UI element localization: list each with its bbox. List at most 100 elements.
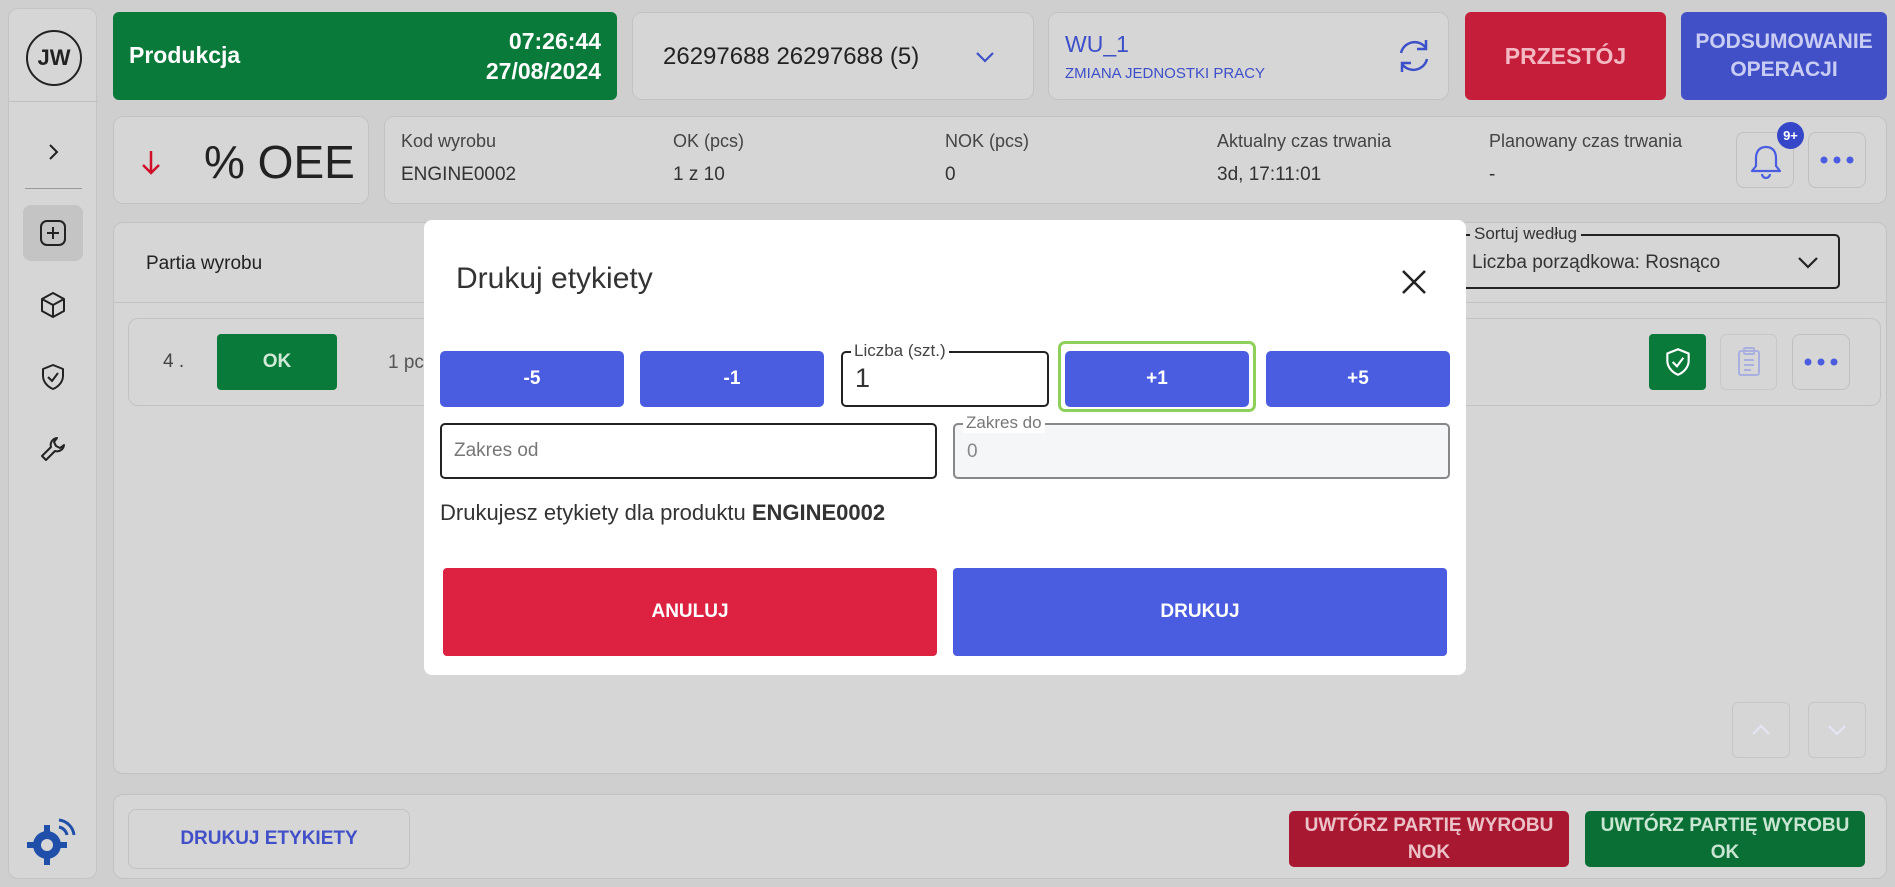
add-box-icon: [40, 220, 66, 246]
chevron-right-icon: [49, 144, 59, 160]
sidebar-item-products[interactable]: [23, 277, 83, 333]
clipboard-button[interactable]: [1720, 334, 1777, 390]
shield-check-icon: [42, 364, 64, 390]
print-message: Drukujesz etykiety dla produktu ENGINE00…: [440, 500, 885, 526]
chevron-down-icon: [976, 52, 994, 63]
quantity-legend: Liczba (szt.): [851, 341, 949, 361]
scroll-down-button[interactable]: [1808, 702, 1866, 758]
product-info-card: Kod wyrobu ENGINE0002 OK (pcs) 1 z 10 NO…: [384, 116, 1887, 204]
dialog-title: Drukuj etykiety: [456, 262, 653, 295]
quality-check-button[interactable]: [1649, 334, 1706, 390]
range-to-value: 0: [967, 441, 978, 462]
sidebar-item-quality[interactable]: [23, 349, 83, 405]
info-key: Aktualny czas trwania: [1217, 131, 1392, 151]
sidebar-item-tools[interactable]: [23, 421, 83, 477]
downtime-button[interactable]: PRZESTÓJ: [1465, 12, 1666, 100]
summary-line1: PODSUMOWANIE: [1695, 30, 1873, 53]
create-ok-line1: UWTÓRZ PARTIĘ WYROBU: [1600, 815, 1850, 836]
work-unit-name: WU_1: [1065, 31, 1129, 57]
production-status-label: Produkcja: [129, 42, 241, 68]
sidebar-separator: [25, 188, 82, 189]
more-horizontal-icon: [1804, 358, 1838, 366]
batch-row-quantity: 1 pc: [388, 352, 424, 373]
avatar[interactable]: JW: [26, 30, 82, 86]
notification-badge: 9+: [1777, 122, 1804, 149]
increase-5-button[interactable]: +5: [1266, 351, 1450, 407]
close-icon: [1402, 270, 1426, 294]
sort-value: Liczba porządkowa: Rosnąco: [1472, 252, 1721, 273]
wrench-icon: [41, 437, 65, 461]
cancel-button[interactable]: ANULUJ: [443, 568, 937, 656]
info-value: 0: [945, 164, 956, 185]
work-unit-card[interactable]: WU_1 ZMIANA JEDNOSTKI PRACY: [1048, 12, 1449, 100]
operation-summary-button[interactable]: PODSUMOWANIE OPERACJI: [1681, 12, 1887, 100]
batch-more-button[interactable]: [1792, 334, 1850, 390]
info-key: Kod wyrobu: [401, 131, 497, 151]
oee-card: % OEE: [113, 116, 369, 204]
create-ok-batch-button[interactable]: UWTÓRZ PARTIĘ WYROBU OK: [1585, 811, 1865, 867]
avatar-initials: JW: [37, 45, 71, 70]
quantity-field[interactable]: Liczba (szt.) 1: [841, 341, 1049, 407]
print-message-text: Drukujesz etykiety dla produktu: [440, 500, 752, 525]
batch-list-title: Partia wyrobu: [146, 253, 263, 274]
batch-status-ok: OK: [217, 334, 337, 390]
info-key: OK (pcs): [673, 131, 745, 151]
sidebar-item-add[interactable]: [23, 205, 83, 261]
clock: 07:26:44 27/08/2024: [486, 26, 601, 86]
quantity-value: 1: [855, 363, 871, 393]
order-selector[interactable]: 26297688 26297688 (5): [632, 12, 1034, 100]
create-nok-batch-button[interactable]: UWTÓRZ PARTIĘ WYROBU NOK: [1289, 811, 1569, 867]
sort-select[interactable]: Sortuj według Liczba porządkowa: Rosnąco: [1460, 224, 1840, 289]
info-key: NOK (pcs): [945, 131, 1030, 151]
oee-label: % OEE: [204, 136, 355, 188]
print-labels-button[interactable]: DRUKUJ ETYKIETY: [128, 809, 410, 869]
decrease-5-button[interactable]: -5: [440, 351, 624, 407]
work-unit-change-label: ZMIANA JEDNOSTKI PRACY: [1065, 65, 1266, 82]
bell-icon: [1750, 145, 1782, 179]
current-date: 27/08/2024: [485, 58, 601, 84]
range-from-input[interactable]: [442, 425, 935, 477]
info-key: Planowany czas trwania: [1489, 131, 1683, 151]
gear-wireless-logo-icon: [27, 818, 76, 865]
batch-row-number: 4 .: [163, 351, 185, 372]
info-planned-duration: Planowany czas trwania -: [1489, 131, 1682, 186]
info-nok-pcs: NOK (pcs) 0: [945, 131, 1029, 186]
close-dialog-button[interactable]: [1396, 264, 1432, 300]
info-value: ENGINE0002: [401, 164, 517, 185]
clipboard-icon: [1737, 347, 1760, 376]
current-time: 07:26:44: [508, 28, 601, 54]
info-current-duration: Aktualny czas trwania 3d, 17:11:01: [1217, 131, 1391, 186]
sidebar: JW: [8, 8, 98, 879]
cube-icon: [41, 292, 65, 318]
info-value: 3d, 17:11:01: [1217, 164, 1322, 185]
expand-sidebar-button[interactable]: [23, 124, 83, 180]
info-value: -: [1489, 164, 1496, 185]
print-button[interactable]: DRUKUJ: [953, 568, 1447, 656]
create-nok-line1: UWTÓRZ PARTIĘ WYROBU: [1304, 815, 1554, 836]
scroll-up-button[interactable]: [1732, 702, 1790, 758]
refresh-icon[interactable]: [1393, 35, 1435, 77]
arrow-down-icon: [142, 151, 160, 175]
decrease-1-button[interactable]: -1: [640, 351, 824, 407]
info-value: 1 z 10: [673, 164, 725, 185]
shield-check-icon: [1665, 348, 1690, 376]
increase-1-button[interactable]: +1: [1065, 351, 1249, 407]
range-from-field[interactable]: [440, 423, 937, 479]
info-product-code: Kod wyrobu ENGINE0002: [401, 131, 516, 186]
create-nok-line2: NOK: [1407, 842, 1451, 863]
print-message-product: ENGINE0002: [751, 500, 886, 525]
more-options-button[interactable]: [1808, 132, 1866, 188]
sidebar-divider: [9, 101, 98, 102]
range-to-legend: Zakres do: [963, 413, 1045, 433]
info-ok-pcs: OK (pcs) 1 z 10: [673, 131, 744, 186]
chevron-down-icon: [1798, 257, 1818, 269]
app-logo: [25, 811, 81, 867]
create-ok-line2: OK: [1710, 842, 1740, 863]
range-to-field: Zakres do 0: [953, 413, 1450, 479]
production-status-card: Produkcja 07:26:44 27/08/2024: [113, 12, 617, 100]
sort-legend: Sortuj według: [1470, 224, 1582, 244]
more-horizontal-icon: [1820, 156, 1854, 164]
chevron-up-icon: [1752, 724, 1770, 735]
order-selector-value: 26297688 26297688 (5): [663, 43, 920, 70]
chevron-down-icon: [1828, 725, 1846, 736]
